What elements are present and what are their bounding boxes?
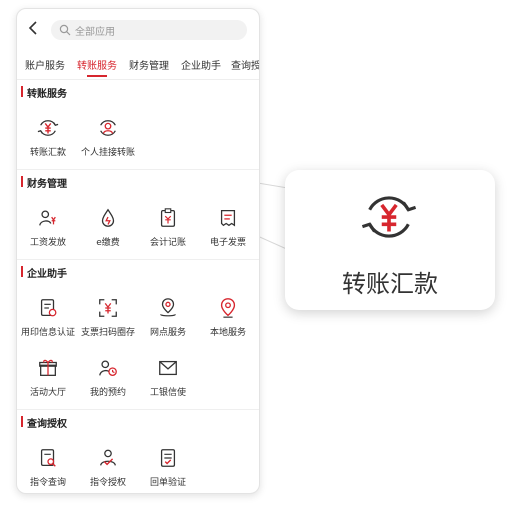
seal-doc-icon bbox=[40, 299, 57, 317]
back-arrow-icon[interactable] bbox=[27, 21, 41, 35]
app-item-salary[interactable]: 工资发放 bbox=[17, 207, 79, 248]
app-item-label: 支票扫码圈存 bbox=[80, 328, 135, 338]
section-separator bbox=[17, 169, 259, 170]
section-title-assistant: 企业助手 bbox=[21, 265, 67, 280]
app-item-label: 网点服务 bbox=[149, 328, 186, 338]
tab-transfer-service[interactable]: 转账服务 bbox=[77, 57, 117, 72]
salary-icon bbox=[39, 210, 56, 226]
branch-pin-icon bbox=[160, 298, 176, 317]
app-item-label: 个人挂接转账 bbox=[80, 148, 135, 158]
app-item-receipt-verify[interactable]: 回单验证 bbox=[137, 447, 199, 488]
section-separator bbox=[17, 259, 259, 260]
app-item-activity-hall[interactable]: 活动大厅 bbox=[17, 357, 79, 398]
app-item-seal-verify[interactable]: 用印信息认证 bbox=[17, 297, 79, 338]
app-item-label: 回单验证 bbox=[149, 478, 186, 488]
app-item-transfer-remit[interactable]: 转账汇款 bbox=[17, 117, 79, 158]
app-item-personal-transfer[interactable]: 个人挂接转账 bbox=[77, 117, 139, 158]
person-transfer-icon bbox=[100, 120, 116, 136]
tab-bar: 账户服务 转账服务 财务管理 企业助手 查询授权 bbox=[17, 57, 259, 79]
tab-query-authorization[interactable]: 查询授权 bbox=[231, 57, 259, 72]
app-panel: 全部应用 账户服务 转账服务 财务管理 企业助手 查询授权 转账服务 转账汇款 … bbox=[16, 8, 260, 494]
accounting-icon bbox=[160, 208, 176, 227]
zoom-callout: 转账汇款 bbox=[285, 170, 495, 310]
section-title-transfer: 转账服务 bbox=[21, 85, 67, 100]
app-item-label: 转账汇款 bbox=[29, 148, 66, 158]
app-item-accounting[interactable]: 会计记账 bbox=[137, 207, 199, 248]
payment-drop-icon bbox=[101, 208, 115, 227]
location-pin-icon bbox=[220, 298, 236, 318]
search-icon bbox=[59, 24, 71, 36]
invoice-icon bbox=[220, 210, 236, 227]
app-item-label: 会计记账 bbox=[149, 238, 186, 248]
app-item-label: 本地服务 bbox=[209, 328, 246, 338]
app-item-label: e缴费 bbox=[96, 238, 120, 248]
app-item-icbc-messenger[interactable]: 工银信使 bbox=[137, 357, 199, 398]
callout-label: 转账汇款 bbox=[342, 270, 438, 298]
section-separator bbox=[17, 409, 259, 410]
app-item-my-appointment[interactable]: 我的预约 bbox=[77, 357, 139, 398]
app-item-label: 指令查询 bbox=[29, 478, 66, 488]
order-query-icon bbox=[40, 449, 56, 467]
app-item-label: 工资发放 bbox=[29, 238, 66, 248]
tab-divider bbox=[17, 79, 259, 80]
app-item-cheque-scan[interactable]: 支票扫码圈存 bbox=[77, 297, 139, 338]
section-title-query: 查询授权 bbox=[21, 415, 67, 430]
top-bar: 全部应用 bbox=[17, 9, 259, 49]
tab-account-service[interactable]: 账户服务 bbox=[25, 57, 65, 72]
active-tab-indicator bbox=[87, 75, 107, 77]
app-item-label: 指令授权 bbox=[89, 478, 126, 488]
tab-enterprise-assistant[interactable]: 企业助手 bbox=[181, 57, 221, 72]
app-item-e-invoice[interactable]: 电子发票 bbox=[197, 207, 259, 248]
app-item-label: 电子发票 bbox=[209, 238, 246, 248]
app-item-branch-service[interactable]: 网点服务 bbox=[137, 297, 199, 338]
gift-icon bbox=[39, 359, 57, 376]
yuan-transfer-icon bbox=[37, 120, 59, 136]
section-title-finance: 财务管理 bbox=[21, 175, 67, 190]
search-input[interactable]: 全部应用 bbox=[51, 20, 247, 40]
order-auth-icon bbox=[100, 449, 116, 466]
tab-finance-management[interactable]: 财务管理 bbox=[129, 57, 169, 72]
app-item-label: 用印信息认证 bbox=[20, 328, 75, 338]
app-item-order-query[interactable]: 指令查询 bbox=[17, 447, 79, 488]
scan-yuan-icon bbox=[99, 299, 117, 317]
yuan-transfer-icon bbox=[361, 196, 417, 238]
app-item-label: 活动大厅 bbox=[29, 388, 66, 398]
app-item-local-service[interactable]: 本地服务 bbox=[197, 297, 259, 338]
search-placeholder: 全部应用 bbox=[75, 27, 115, 38]
app-item-label: 工银信使 bbox=[149, 388, 186, 398]
app-item-order-auth[interactable]: 指令授权 bbox=[77, 447, 139, 488]
receipt-verify-icon bbox=[160, 449, 176, 467]
app-item-label: 我的预约 bbox=[89, 388, 126, 398]
app-item-e-payment[interactable]: e缴费 bbox=[77, 207, 139, 248]
mail-icon bbox=[159, 360, 177, 376]
appointment-icon bbox=[99, 360, 117, 376]
